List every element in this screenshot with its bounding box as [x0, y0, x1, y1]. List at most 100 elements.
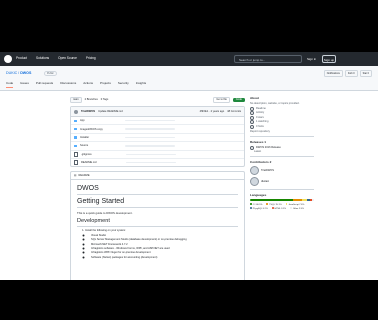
about-heading: About: [250, 96, 259, 100]
commit-count[interactable]: 48 Commits: [227, 110, 241, 113]
contributor[interactable]: TrialDWOS: [250, 166, 314, 175]
avatar: [250, 166, 259, 175]
file-list: Trial/DWOS Update README.md 4f93fe1 · 2 …: [70, 106, 245, 168]
file-name[interactable]: Source: [80, 144, 125, 147]
nav-open-source[interactable]: Open Source: [58, 56, 77, 60]
divider: [250, 156, 314, 157]
readme-heading-getting-started: Getting Started: [77, 198, 238, 209]
code-button[interactable]: Code: [232, 97, 245, 102]
file-name[interactable]: ImagesDWOS copy: [80, 128, 125, 131]
list-item[interactable]: App: [71, 117, 244, 126]
list-item: Software (NuGet) packages for accounting…: [91, 256, 238, 260]
repo-name-link[interactable]: DWOS: [20, 71, 31, 75]
sidebar: About No description, website, or topics…: [250, 96, 314, 210]
file-name[interactable]: .gitignore: [81, 153, 126, 156]
commit-hash[interactable]: 4f93fe1 · 2 years ago: [200, 110, 225, 113]
star-button[interactable]: Star 0: [359, 70, 372, 77]
language-item[interactable]: PLpgSQL 5.2%: [250, 206, 268, 210]
branches-link[interactable]: 2 Branches: [85, 98, 98, 101]
sign-up-button[interactable]: Sign up: [322, 55, 336, 63]
stat-forks[interactable]: 0 forks: [250, 125, 314, 130]
folder-icon: [74, 144, 77, 148]
list-item[interactable]: Source: [71, 142, 244, 151]
sign-in-link[interactable]: Sign in: [307, 57, 316, 61]
commit-message-placeholder: [126, 161, 176, 164]
commit-message-placeholder: [126, 153, 176, 155]
github-logo-icon[interactable]: [4, 55, 12, 63]
contributor[interactable]: dkolaic: [250, 177, 314, 186]
branch-selector[interactable]: main: [70, 96, 82, 103]
notifications-button[interactable]: Notifications: [323, 70, 343, 77]
global-header: Product Solutions Open Source Pricing Se…: [0, 52, 378, 66]
nav-pricing[interactable]: Pricing: [86, 56, 96, 60]
global-nav: Product Solutions Open Source Pricing: [16, 56, 96, 60]
tab-projects[interactable]: Projects: [100, 81, 111, 88]
tab-discussions[interactable]: Discussions: [60, 81, 76, 88]
language-item[interactable]: Other 2.5%: [290, 206, 304, 210]
tab-issues[interactable]: Issues: [20, 81, 29, 88]
readme-intro: This is a quick guide to DWOS developmen…: [77, 211, 133, 216]
avatar: [250, 177, 259, 186]
browser-page: Product Solutions Open Source Pricing Se…: [0, 52, 378, 280]
nav-solutions[interactable]: Solutions: [36, 56, 49, 60]
list-item[interactable]: .gitignore: [71, 151, 244, 159]
language-item[interactable]: HTML 3.1%: [271, 206, 286, 210]
main-column: main 2 Branches 0 Tags Go to file Code T…: [70, 96, 245, 280]
avatar: [74, 109, 78, 114]
visibility-badge: Public: [44, 70, 57, 76]
star-icon: [250, 115, 254, 120]
readme-title: DWOS: [77, 185, 238, 196]
commit-message[interactable]: Update README.md: [98, 110, 123, 113]
list-item[interactable]: Installer: [71, 134, 244, 143]
divider: [250, 136, 314, 137]
repo-actions: Notifications Fork 0 Star 0: [323, 70, 372, 77]
language-item[interactable]: C# 66.5%: [250, 203, 262, 206]
releases-heading[interactable]: Releases 1: [250, 140, 314, 144]
nav-product[interactable]: Product: [16, 56, 27, 60]
commit-message-placeholder: [125, 128, 175, 130]
release-date: Latest: [254, 150, 262, 153]
language-segment: [292, 199, 303, 201]
file-name[interactable]: README.md: [81, 161, 126, 164]
tags-link[interactable]: 0 Tags: [101, 98, 109, 101]
readme-heading-development: Development: [77, 218, 238, 228]
tab-security[interactable]: Security: [118, 81, 129, 88]
file-name[interactable]: Installer: [80, 136, 125, 139]
language-item[interactable]: JavaScript 7.6%: [285, 203, 304, 206]
file-name[interactable]: App: [80, 119, 125, 122]
commit-author[interactable]: Trial/DWOS: [81, 110, 95, 113]
book-icon: [250, 106, 254, 111]
readme-steps: Install the following on your system: Vi…: [77, 229, 238, 260]
tab-actions[interactable]: Actions: [83, 81, 93, 88]
tab-pull-requests[interactable]: Pull requests: [36, 81, 53, 88]
language-item[interactable]: TSQL 15.1%: [266, 203, 282, 206]
contributors-heading[interactable]: Contributors 2: [250, 160, 314, 164]
about-description: No description, website, or topics provi…: [250, 101, 300, 105]
fork-button[interactable]: Fork 0: [344, 70, 358, 77]
latest-commit: Trial/DWOS Update README.md 4f93fe1 · 2 …: [71, 107, 244, 117]
language-bar: [250, 199, 314, 201]
folder-icon: [74, 136, 77, 139]
fork-icon: [250, 124, 254, 129]
book-icon: ▤: [74, 174, 77, 178]
repo-title: DUKIC / DWOS: [6, 71, 32, 75]
readme-tab[interactable]: README: [78, 174, 89, 177]
list-item[interactable]: ImagesDWOS copy: [71, 125, 244, 134]
tab-insights[interactable]: Insights: [136, 81, 146, 88]
repo-owner-link[interactable]: DUKIC: [6, 71, 17, 75]
commit-message-placeholder: [125, 136, 175, 139]
tab-code[interactable]: Code: [6, 81, 14, 88]
repo-header: DUKIC / DWOS Public Notifications Fork 0…: [0, 66, 378, 91]
global-search-input[interactable]: Search or jump to...: [234, 55, 302, 63]
readme-panel: ▤ README DWOS Getting Started This is a …: [70, 171, 245, 280]
divider: [250, 189, 314, 190]
branch-bar: main 2 Branches 0 Tags Go to file Code: [70, 96, 245, 103]
about-stats: Readme Activity 0 stars 1 watching 0 for…: [250, 107, 314, 130]
repo-tabs: Code Issues Pull requests Discussions Ac…: [6, 81, 146, 88]
file-icon: [74, 160, 78, 165]
list-item[interactable]: README.md: [71, 159, 244, 166]
language-segment: [312, 199, 314, 201]
go-to-file-input[interactable]: Go to file: [213, 96, 230, 103]
readme-body: DWOS Getting Started This is a quick gui…: [71, 180, 244, 263]
report-link[interactable]: Report repository: [250, 130, 314, 133]
